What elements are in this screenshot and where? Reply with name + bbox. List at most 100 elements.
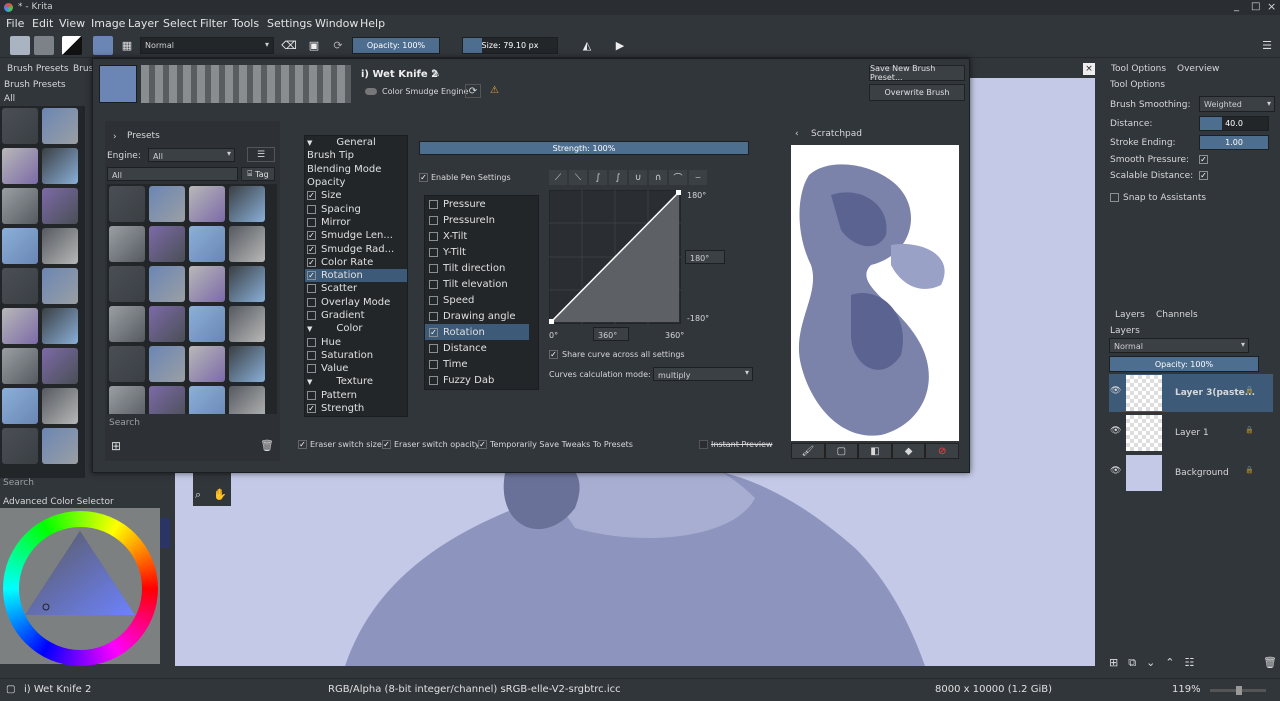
category-11[interactable]: Scatter: [305, 282, 407, 295]
share-curve-checkbox[interactable]: ✓: [549, 350, 558, 359]
dialog-brush-tile[interactable]: [149, 386, 185, 414]
close-canvas-icon[interactable]: ×: [1083, 63, 1095, 75]
curve-s-icon[interactable]: ∫: [589, 170, 607, 185]
engine-filter-select[interactable]: All ▾: [148, 148, 235, 162]
category-18[interactable]: ▼ Texture: [305, 375, 407, 388]
category-14[interactable]: ▼ Color: [305, 322, 407, 335]
fg-bg-color-icon[interactable]: [62, 36, 82, 55]
mirror-vertical-icon[interactable]: ▶: [610, 36, 630, 55]
dialog-brush-tile[interactable]: [149, 226, 185, 262]
menu-settings[interactable]: Settings: [267, 17, 312, 30]
dialog-brush-tile[interactable]: [229, 306, 265, 342]
distance-slider[interactable]: 40.0: [1199, 116, 1269, 131]
tag-button[interactable]: ⌸ Tag: [241, 167, 275, 181]
dialog-brush-tile[interactable]: [229, 266, 265, 302]
recent-color-swatch[interactable]: [160, 518, 170, 548]
brush-preset-icon[interactable]: [93, 36, 113, 55]
dialog-brush-tile[interactable]: [189, 306, 225, 342]
dialog-brush-tile[interactable]: [109, 306, 145, 342]
category-5[interactable]: Spacing: [305, 202, 407, 215]
curve-linear-icon[interactable]: ⟋: [549, 170, 567, 185]
left-brush-tile[interactable]: [2, 308, 38, 344]
category-checkbox[interactable]: [307, 337, 316, 347]
category-checkbox[interactable]: [307, 390, 316, 400]
layer-row[interactable]: 👁 Background 🔒: [1109, 454, 1273, 492]
left-brush-tile[interactable]: [42, 228, 78, 264]
menu-layer[interactable]: Layer: [128, 17, 159, 30]
dialog-brush-tile[interactable]: [149, 186, 185, 222]
scratchpad-canvas[interactable]: [791, 145, 959, 441]
fill-gradient-icon[interactable]: ◧: [858, 443, 892, 459]
brush-smoothing-select[interactable]: Weighted ▾: [1199, 96, 1275, 112]
dialog-brush-tile[interactable]: [189, 186, 225, 222]
chevron-left-icon[interactable]: ‹: [795, 129, 799, 139]
sensor-checkbox[interactable]: [429, 295, 438, 305]
category-7[interactable]: ✓ Smudge Len...: [305, 229, 407, 242]
category-checkbox[interactable]: [307, 350, 316, 360]
layer-row[interactable]: 👁 Layer 1 🔒: [1109, 414, 1273, 452]
visibility-eye-icon[interactable]: 👁: [1110, 426, 1121, 436]
dialog-brush-tile[interactable]: [149, 306, 185, 342]
sensor-checkbox[interactable]: [429, 247, 438, 257]
response-curve-editor[interactable]: [549, 190, 681, 324]
category-17[interactable]: Value: [305, 362, 407, 375]
curve-mid-spin[interactable]: 180°: [685, 250, 725, 264]
preset-thumbnail[interactable]: [99, 65, 137, 103]
lock-icon[interactable]: 🔒: [1245, 386, 1254, 394]
category-checkbox[interactable]: ✓: [307, 271, 316, 281]
category-2[interactable]: Blending Mode: [305, 163, 407, 176]
category-checkbox[interactable]: [307, 284, 316, 294]
sensor-item-0[interactable]: Pressure: [425, 196, 529, 212]
menu-filter[interactable]: Filter: [200, 17, 227, 30]
category-checkbox[interactable]: ✓: [307, 191, 316, 201]
sensor-item-6[interactable]: Speed: [425, 292, 529, 308]
sensor-checkbox[interactable]: [429, 263, 438, 273]
tab-layers[interactable]: Layers: [1115, 310, 1145, 320]
move-down-icon[interactable]: ⌄: [1146, 656, 1155, 672]
layer-opacity-slider[interactable]: Opacity: 100%: [1109, 356, 1259, 372]
curve-arch-icon[interactable]: ∩: [649, 170, 667, 185]
dialog-brush-tile[interactable]: [109, 346, 145, 382]
curve-u-icon[interactable]: ∪: [629, 170, 647, 185]
menu-file[interactable]: File: [6, 17, 24, 30]
sensor-item-11[interactable]: Fuzzy Dab: [425, 372, 529, 388]
alpha-lock-icon[interactable]: ▣: [304, 36, 324, 55]
tab-tool-options[interactable]: Tool Options: [1111, 64, 1166, 74]
smooth-pressure-checkbox[interactable]: ✓: [1199, 155, 1208, 164]
category-6[interactable]: Mirror: [305, 216, 407, 229]
add-layer-icon[interactable]: ⊞: [1109, 656, 1118, 672]
delete-layer-icon[interactable]: 🗑: [1263, 656, 1277, 672]
left-brush-tile[interactable]: [2, 228, 38, 264]
category-0[interactable]: ▼ General: [305, 136, 407, 149]
hamburger-menu-icon[interactable]: ☰: [1257, 36, 1277, 55]
view-mode-icon[interactable]: ☰: [247, 147, 275, 162]
left-brush-tile[interactable]: [42, 348, 78, 384]
category-1[interactable]: Brush Tip: [305, 149, 407, 162]
strength-slider[interactable]: Strength: 100%: [419, 141, 749, 155]
category-15[interactable]: Hue: [305, 335, 407, 348]
gradient-icon[interactable]: [10, 36, 30, 55]
minimize-icon[interactable]: _: [1234, 1, 1239, 12]
category-checkbox[interactable]: ✓: [307, 257, 316, 267]
dialog-brush-tile[interactable]: [189, 386, 225, 414]
category-3[interactable]: Opacity: [305, 176, 407, 189]
category-10[interactable]: ✓ Rotation: [305, 268, 407, 283]
left-brush-tile[interactable]: [2, 428, 38, 464]
menu-window[interactable]: Window: [315, 17, 358, 30]
left-brush-tile[interactable]: [42, 428, 78, 464]
layer-properties-icon[interactable]: ☷: [1185, 656, 1195, 672]
layer-blend-select[interactable]: Normal ▾: [1109, 338, 1249, 353]
eraser-icon[interactable]: ⌫: [279, 36, 299, 55]
category-checkbox[interactable]: ✓: [307, 231, 316, 241]
category-16[interactable]: Saturation: [305, 349, 407, 362]
dialog-brush-tile[interactable]: [149, 346, 185, 382]
curve-convex-icon[interactable]: ⌒: [669, 170, 687, 185]
left-brush-tile[interactable]: [42, 148, 78, 184]
menu-help[interactable]: Help: [360, 17, 385, 30]
menu-edit[interactable]: Edit: [32, 17, 53, 30]
enable-pen-checkbox[interactable]: ✓: [419, 173, 428, 182]
close-window-icon[interactable]: ×: [1267, 0, 1276, 13]
dialog-brush-tile[interactable]: [109, 226, 145, 262]
dialog-brush-tile[interactable]: [109, 266, 145, 302]
category-checkbox[interactable]: ✓: [307, 244, 316, 254]
